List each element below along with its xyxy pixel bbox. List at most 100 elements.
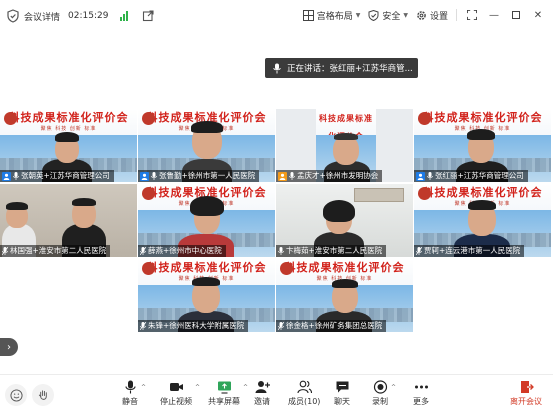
participant-name: 林国强+淮安市第二人民医院 bbox=[10, 246, 107, 255]
chat-icon bbox=[336, 381, 348, 393]
participant-name: 张朝英+江苏华商管理公司 bbox=[21, 171, 110, 180]
maximize-icon bbox=[512, 11, 520, 19]
host-icon bbox=[2, 171, 11, 181]
chevron-up-icon[interactable]: ^ bbox=[195, 384, 200, 391]
video-tile[interactable]: 科技成果标准化评价会聚焦 科技 创新 标准 贾轲+连云港市第一人民医院 bbox=[414, 184, 551, 257]
record-icon bbox=[373, 380, 387, 394]
share-screen-label: 共享屏幕 bbox=[208, 397, 240, 406]
users-icon bbox=[297, 380, 312, 394]
video-tile[interactable]: 科技成果标准化评价会聚焦 科技 创新 标准 徐金格+徐州矿务集团总医院 bbox=[276, 259, 413, 332]
participant-name: 薛燕+徐州市中心医院 bbox=[148, 246, 222, 255]
leave-meeting-button[interactable]: 离开会议 bbox=[510, 380, 542, 407]
maximize-button[interactable] bbox=[509, 8, 523, 22]
video-tile-active-speaker[interactable]: 科技成果标准化评价会聚焦 科技 创新 标准 张红丽+江苏华商管理公司 bbox=[414, 109, 551, 182]
add-user-icon bbox=[255, 381, 270, 393]
close-button[interactable]: ✕ bbox=[531, 8, 545, 22]
expand-sidebar-handle[interactable]: › bbox=[0, 338, 18, 356]
person-hair bbox=[467, 129, 495, 140]
chat-button[interactable]: 聊天 bbox=[334, 380, 350, 407]
participant-name: 贾轲+连云港市第一人民医院 bbox=[424, 246, 521, 255]
participant-label: 张红丽+江苏华商管理公司 bbox=[414, 170, 528, 182]
signal-icon[interactable] bbox=[120, 11, 129, 21]
person-hair bbox=[72, 198, 96, 206]
minimize-icon: — bbox=[489, 9, 499, 21]
video-tile[interactable]: 科技成果标准化评价会聚焦 科技 创新 标准 朱锋+徐州医科大学附属医院 bbox=[138, 259, 275, 332]
microphone-muted-icon bbox=[140, 322, 146, 330]
participant-label: 徐金格+徐州矿务集团总医院 bbox=[276, 320, 387, 332]
stop-video-button[interactable]: 停止视频 ^ bbox=[160, 380, 200, 407]
person-hair bbox=[334, 133, 358, 140]
meeting-timer: 02:15:29 bbox=[68, 11, 109, 21]
title-left: 会议详情 02:15:29 bbox=[6, 9, 154, 23]
security-button[interactable]: 安全 ▼ bbox=[368, 9, 408, 22]
invite-button[interactable]: 邀请 bbox=[254, 380, 270, 407]
chevron-right-icon: › bbox=[7, 341, 11, 353]
wall-picture bbox=[354, 188, 404, 202]
person-hair bbox=[323, 200, 355, 222]
banner-title: 科技成果标准化评价会 bbox=[422, 111, 543, 124]
meeting-toolbar: 静音 ^ 停止视频 ^ 共享屏幕 ^ 邀请 成员(10) 聊天 录制 ^ 更多 … bbox=[0, 374, 553, 413]
participant-name: 张红丽+江苏华商管理公司 bbox=[435, 171, 524, 180]
video-tile[interactable]: 科技成果标准化评价会聚焦 科技 创新 标准 张鲁勤+徐州市第一人民医院 bbox=[138, 109, 275, 182]
share-link-icon[interactable] bbox=[142, 10, 154, 22]
seal-logo bbox=[4, 112, 17, 125]
host-icon bbox=[140, 171, 149, 181]
video-tile[interactable]: 科技成果标准化评价会 聚焦 科技 创新 标准 张朝英+江苏华商管理公司 bbox=[0, 109, 137, 182]
members-button[interactable]: 成员(10) bbox=[288, 380, 320, 407]
participant-name: 朱锋+徐州医科大学附属医院 bbox=[148, 321, 245, 330]
video-tile[interactable]: 科技成果标准化评价会聚焦 科技 创新 标准 薛燕+徐州市中心医院 bbox=[138, 184, 275, 257]
chevron-down-icon: ▼ bbox=[403, 11, 408, 19]
participant-label: 张鲁勤+徐州市第一人民医院 bbox=[138, 170, 260, 182]
settings-button[interactable]: 设置 bbox=[416, 9, 448, 22]
share-screen-icon bbox=[217, 381, 231, 394]
chevron-up-icon[interactable]: ^ bbox=[243, 384, 248, 391]
seal-logo bbox=[418, 112, 431, 125]
microphone-muted-icon bbox=[140, 247, 146, 255]
microphone-icon bbox=[13, 172, 19, 180]
more-button[interactable]: 更多 bbox=[413, 380, 429, 407]
video-tile[interactable]: 科技成果标准化评价会 孟庆才+徐州市发明协会 bbox=[276, 109, 413, 182]
video-tile[interactable]: 林国强+淮安市第二人民医院 bbox=[0, 184, 137, 257]
share-screen-button[interactable]: 共享屏幕 ^ bbox=[208, 380, 248, 407]
speaking-indicator: 正在讲话：张红丽+江苏华商管... bbox=[265, 58, 418, 78]
banner-title: 科技成果标准化评价会 bbox=[284, 261, 405, 274]
meeting-details-link[interactable]: 会议详情 bbox=[24, 10, 60, 23]
microphone-icon bbox=[278, 247, 284, 255]
microphone-icon bbox=[151, 172, 157, 180]
smile-icon bbox=[9, 388, 23, 402]
video-stage: 正在讲话：张红丽+江苏华商管... 科技成果标准化评价会 聚焦 科技 创新 标准 … bbox=[0, 32, 553, 374]
participant-name: 孟庆才+徐州市发明协会 bbox=[297, 171, 379, 180]
microphone-muted-icon bbox=[416, 247, 422, 255]
mute-button[interactable]: 静音 ^ bbox=[122, 380, 146, 407]
microphone-icon bbox=[273, 63, 281, 73]
close-icon: ✕ bbox=[533, 9, 543, 21]
speaking-text: 正在讲话：张红丽+江苏华商管... bbox=[287, 64, 413, 74]
banner-title: 科技成果标准化评价会 bbox=[146, 261, 267, 274]
chevron-up-icon[interactable]: ^ bbox=[141, 384, 146, 391]
more-label: 更多 bbox=[413, 397, 429, 406]
microphone-icon bbox=[289, 172, 295, 180]
emoji-button[interactable] bbox=[5, 384, 27, 406]
chevron-down-icon: ▼ bbox=[355, 11, 361, 19]
participant-label: 林国强+淮安市第二人民医院 bbox=[0, 245, 111, 257]
video-tile[interactable]: 卞梅茹+淮安市第二人民医院 bbox=[276, 184, 413, 257]
person-hair bbox=[6, 202, 28, 210]
leave-meeting-label: 离开会议 bbox=[510, 397, 542, 406]
person-hair bbox=[332, 279, 358, 288]
divider bbox=[456, 9, 457, 21]
person-hair bbox=[190, 196, 224, 216]
raise-hand-button[interactable] bbox=[32, 384, 54, 406]
banner: 科技成果标准化评价会 bbox=[316, 109, 376, 141]
seal-logo bbox=[142, 112, 155, 125]
fullscreen-button[interactable] bbox=[465, 8, 479, 22]
person-hair bbox=[55, 132, 79, 142]
security-label: 安全 bbox=[382, 11, 401, 22]
participant-label: 孟庆才+徐州市发明协会 bbox=[276, 170, 383, 182]
chat-label: 聊天 bbox=[334, 397, 350, 406]
chevron-up-icon[interactable]: ^ bbox=[391, 384, 396, 391]
record-button[interactable]: 录制 ^ bbox=[372, 380, 396, 407]
members-label: 成员(10) bbox=[288, 397, 321, 406]
title-right: 宫格布局 ▼ 安全 ▼ 设置 — ✕ bbox=[302, 8, 545, 22]
layout-button[interactable]: 宫格布局 ▼ bbox=[302, 9, 361, 22]
minimize-button[interactable]: — bbox=[487, 8, 501, 22]
